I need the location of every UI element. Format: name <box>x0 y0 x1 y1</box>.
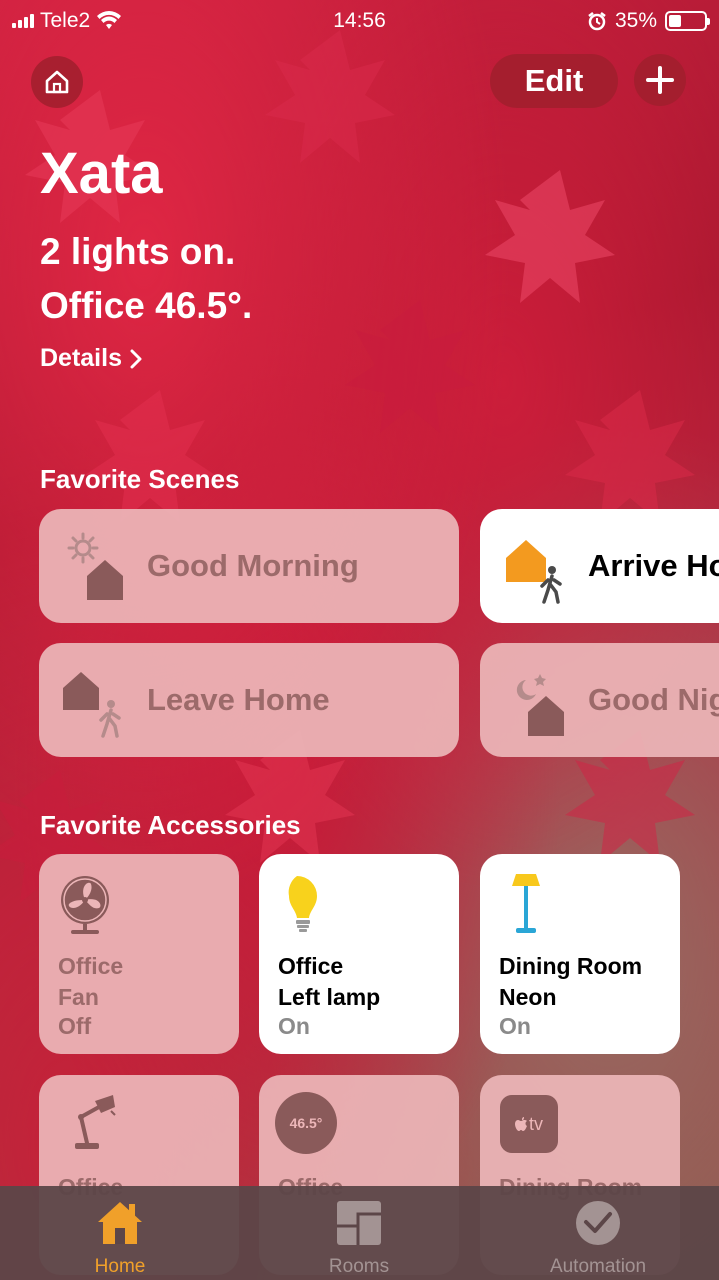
rooms-icon <box>337 1201 381 1245</box>
apple-tv-icon: tv <box>500 1095 558 1153</box>
accessory-state: On <box>499 1013 531 1039</box>
status-line-lights: 2 lights on. <box>40 231 236 272</box>
accessory-name: Office Left lamp <box>278 951 380 1013</box>
accessory-name: Dining Room Neon <box>499 951 642 1013</box>
thermostat-reading: 46.5° <box>289 1115 323 1131</box>
scene-arrive-home[interactable]: Arrive Home <box>480 509 719 623</box>
battery-percent: 35% <box>614 9 657 32</box>
scene-leave-home[interactable]: Leave Home <box>39 643 459 757</box>
battery-icon <box>665 11 710 31</box>
scene-label: Good Night <box>588 682 719 717</box>
scene-label: Leave Home <box>147 682 330 717</box>
floor-lamp-icon <box>512 874 540 933</box>
accessory-office-left-lamp[interactable]: Office Left lamp On <box>259 854 459 1054</box>
good-night-icon <box>516 674 564 736</box>
alarm-icon <box>588 12 606 31</box>
status-bar: Tele2 14:56 35% <box>0 0 719 40</box>
home-name-title: Xata <box>40 141 163 206</box>
tab-rooms[interactable]: Rooms <box>259 1186 459 1280</box>
accessory-device: Neon <box>499 984 557 1010</box>
leave-home-icon <box>63 672 121 738</box>
fan-icon <box>61 876 109 934</box>
scene-label: Arrive Home <box>588 548 719 583</box>
accessory-room: Office <box>278 953 344 979</box>
accessory-office-fan[interactable]: Office Fan Off <box>39 854 239 1054</box>
scene-good-night[interactable]: Good Night <box>480 643 719 757</box>
apple-logo-icon <box>514 1117 527 1131</box>
tab-label: Rooms <box>328 1256 390 1277</box>
scene-good-morning[interactable]: Good Morning <box>39 509 459 623</box>
automation-icon <box>576 1201 620 1245</box>
details-link[interactable]: Details <box>40 344 142 373</box>
home-settings-button[interactable] <box>31 56 83 108</box>
status-line-temperature: Office 46.5°. <box>40 285 253 326</box>
tv-label: tv <box>528 1113 543 1134</box>
accessory-state: Off <box>58 1013 92 1039</box>
home-status-summary: 2 lights on. Office 46.5°. <box>40 225 252 333</box>
scene-label: Good Morning <box>147 548 359 583</box>
tab-home[interactable]: Home <box>20 1186 220 1280</box>
status-right: 35% <box>587 9 710 33</box>
home-icon <box>98 1202 142 1244</box>
edit-button[interactable]: Edit <box>490 54 618 108</box>
accessory-room: Dining Room <box>499 953 643 979</box>
details-label: Details <box>40 344 122 372</box>
desk-lamp-icon <box>75 1095 116 1149</box>
accessory-room: Office <box>58 953 124 979</box>
add-button[interactable] <box>634 54 686 106</box>
accessory-device: Left lamp <box>278 984 381 1010</box>
accessory-name: Office Fan <box>58 951 123 1013</box>
favorite-scenes-title: Favorite Scenes <box>40 464 240 494</box>
house-outline-icon <box>45 70 69 94</box>
tab-bar: Home Rooms Automation <box>0 1186 719 1280</box>
plus-icon <box>646 66 674 94</box>
light-bulb-icon <box>288 876 317 932</box>
favorite-accessories-title: Favorite Accessories <box>40 810 301 840</box>
good-morning-icon <box>67 532 123 600</box>
accessory-state: On <box>278 1013 310 1039</box>
thermostat-icon: 46.5° <box>275 1092 337 1154</box>
tab-label: Automation <box>549 1256 647 1277</box>
arrive-home-icon <box>506 540 562 604</box>
chevron-right-icon <box>130 349 142 368</box>
accessory-dining-room-neon[interactable]: Dining Room Neon On <box>480 854 680 1054</box>
tab-label: Home <box>94 1256 146 1277</box>
accessory-device: Fan <box>58 984 99 1010</box>
tab-automation[interactable]: Automation <box>498 1186 698 1280</box>
